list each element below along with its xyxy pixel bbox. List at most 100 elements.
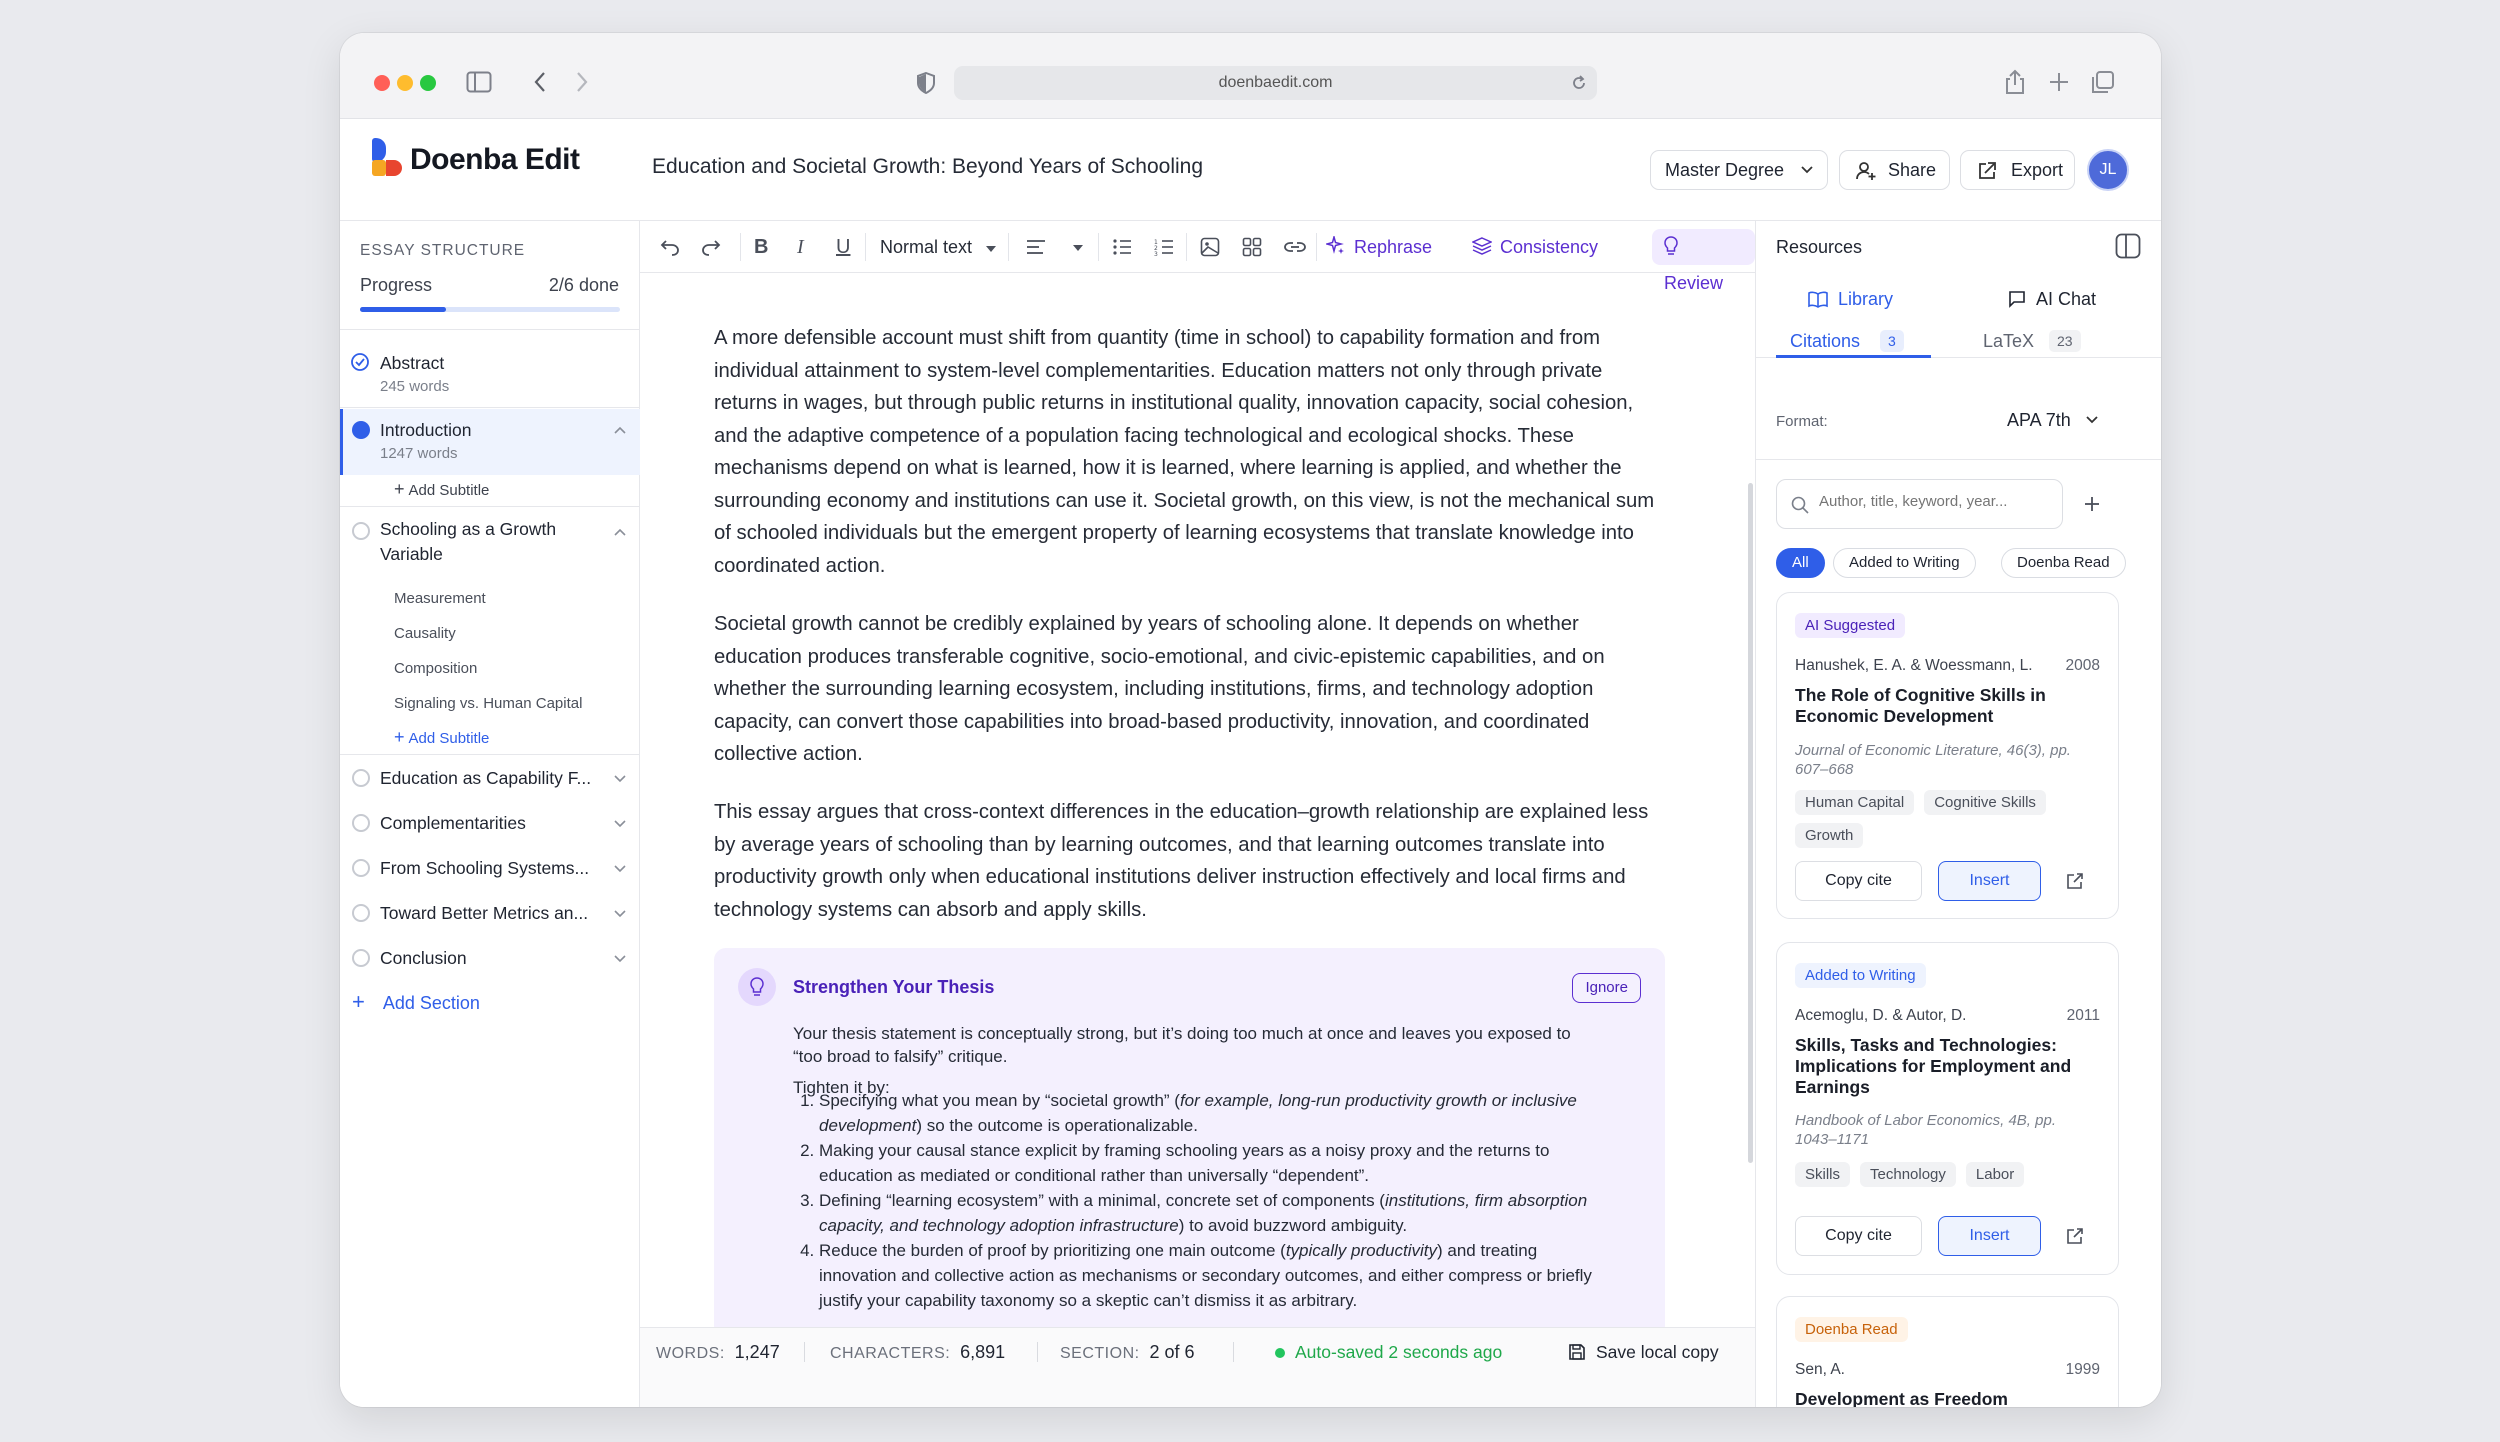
tab-ai-chat[interactable]: AI Chat [2008,289,2096,310]
app-logo-text: Doenba Edit [410,143,580,176]
section-introduction[interactable]: Introduction 1247 words [340,409,640,475]
add-subtitle-label: Add Subtitle [408,730,490,747]
copy-cite-button[interactable]: Copy cite [1795,861,1922,901]
chevron-down-icon[interactable] [614,955,626,963]
chevron-down-icon[interactable] [614,910,626,918]
citation-search-input[interactable] [1776,479,2063,529]
section-abstract[interactable]: Abstract 245 words [340,349,640,409]
image-icon[interactable] [1200,237,1220,257]
link-icon[interactable] [1284,237,1306,257]
subsection-signaling[interactable]: Signaling vs. Human Capital [394,695,582,712]
add-subtitle-button[interactable]: + Add Subtitle [394,479,489,500]
chevron-down-icon[interactable] [614,820,626,828]
maximize-window-button[interactable] [420,75,436,91]
citation-card[interactable]: Added to Writing Acemoglu, D. & Autor, D… [1776,942,2119,1275]
tab-citations[interactable]: Citations 3 [1776,317,1931,358]
consistency-button[interactable]: Consistency [1471,221,1599,273]
share-page-icon[interactable] [2004,69,2026,95]
add-section-button[interactable]: + Add Section [352,989,480,1015]
numbered-list-icon[interactable]: 123 [1154,238,1174,256]
back-icon[interactable] [533,71,547,93]
citation-year: 2011 [2066,1007,2100,1024]
section-better-metrics[interactable]: Toward Better Metrics an... [340,901,640,931]
section-schooling-systems[interactable]: From Schooling Systems... [340,856,640,886]
citation-card[interactable]: AI Suggested Hanushek, E. A. & Woessmann… [1776,592,2119,919]
url-bar[interactable]: doenbaedit.com [954,66,1597,100]
subsection-measurement[interactable]: Measurement [394,590,486,607]
filter-added-to-writing-chip[interactable]: Added to Writing [1833,548,1976,578]
privacy-shield-icon[interactable] [916,72,936,94]
external-link-icon[interactable] [2066,872,2084,890]
bullet-list-icon[interactable] [1112,238,1132,256]
section-complementarities[interactable]: Complementarities [340,811,640,841]
new-tab-icon[interactable] [2049,72,2069,92]
subsection-causality[interactable]: Causality [394,625,456,642]
caret-down-icon[interactable] [1072,244,1084,252]
table-grid-icon[interactable] [1242,237,1262,257]
consistency-label: Consistency [1500,237,1599,257]
section-schooling-growth-variable[interactable]: Schooling as a Growth Variable [340,514,640,574]
subsection-composition[interactable]: Composition [394,660,477,677]
copy-cite-button[interactable]: Copy cite [1795,1216,1922,1256]
chat-icon [2009,291,2025,308]
browser-chrome: doenbaedit.com [340,33,2161,119]
sidebar-toggle-icon[interactable] [466,71,492,93]
close-window-button[interactable] [374,75,390,91]
add-citation-icon[interactable] [2083,495,2101,513]
chevron-up-icon[interactable] [614,528,626,536]
insert-button[interactable]: Insert [1938,1216,2041,1256]
ignore-button[interactable]: Ignore [1572,973,1641,1003]
paragraph[interactable]: This essay argues that cross-context dif… [714,796,1664,926]
bold-icon[interactable]: B [754,221,768,273]
degree-select-value: Master Degree [1665,160,1785,180]
tab-latex[interactable]: LaTeX 23 [1971,317,2121,358]
undo-icon[interactable] [660,238,680,256]
degree-select[interactable]: Master Degree [1650,150,1828,190]
paragraph[interactable]: A more defensible account must shift fro… [714,322,1664,582]
editor-scrollbar[interactable] [1748,483,1753,1163]
chevron-up-icon[interactable] [614,426,626,434]
italic-icon[interactable]: I [797,221,804,273]
sparkle-icon [1324,234,1344,254]
browser-window: doenbaedit.com Doenba Edit Education and… [340,33,2161,1407]
save-local-copy-button[interactable]: Save local copy [1568,1328,1719,1376]
citation-journal: Handbook of Labor Economics, 4B, pp. 104… [1795,1112,2056,1148]
insert-button[interactable]: Insert [1938,861,2041,901]
characters-stat: CHARACTERS: 6,891 [830,1342,1006,1362]
share-button[interactable]: Share [1839,150,1950,190]
section-conclusion[interactable]: Conclusion [340,946,640,976]
citation-journal: Journal of Economic Literature, 46(3), p… [1795,742,2071,778]
forward-icon[interactable] [575,71,589,93]
citation-card[interactable]: Doenba Read Sen, A. 1999 Development as … [1776,1296,2119,1407]
redo-icon[interactable] [701,238,721,256]
tab-overview-icon[interactable] [2091,70,2115,94]
review-button[interactable]: Review [1652,229,1755,293]
export-button[interactable]: Export [1960,150,2075,190]
document-title[interactable]: Education and Societal Growth: Beyond Ye… [652,155,1203,179]
paragraph[interactable]: Societal growth cannot be credibly expla… [714,608,1664,771]
chevron-down-icon[interactable] [614,865,626,873]
filter-all-chip[interactable]: All [1776,548,1825,578]
text-style-select[interactable]: Normal text [880,221,997,273]
plus-icon: + [352,989,365,1014]
filter-doenba-read-chip[interactable]: Doenba Read [2001,548,2126,578]
external-link-icon[interactable] [2066,1227,2084,1245]
reload-icon[interactable] [1571,75,1587,91]
section-wordcount: 245 words [380,378,450,395]
tab-library[interactable]: Library [1808,289,1893,310]
panel-toggle-icon[interactable] [2115,233,2141,259]
rephrase-button[interactable]: Rephrase [1324,221,1432,273]
editor-content[interactable]: A more defensible account must shift fro… [640,273,1755,1327]
search-field[interactable] [1817,492,2047,511]
tag: Cognitive Skills [1924,790,2046,815]
format-select[interactable]: APA 7th [2007,410,2098,431]
chevron-down-icon[interactable] [614,775,626,783]
align-left-icon[interactable] [1026,239,1046,255]
section-education-capability[interactable]: Education as Capability F... [340,766,640,796]
add-subtitle-button[interactable]: + Add Subtitle [394,727,489,748]
add-section-label: Add Section [382,993,480,1013]
section-title: Education as Capability F... [380,768,592,788]
minimize-window-button[interactable] [397,75,413,91]
user-avatar[interactable]: JL [2087,149,2129,191]
underline-icon[interactable]: U [836,221,850,273]
